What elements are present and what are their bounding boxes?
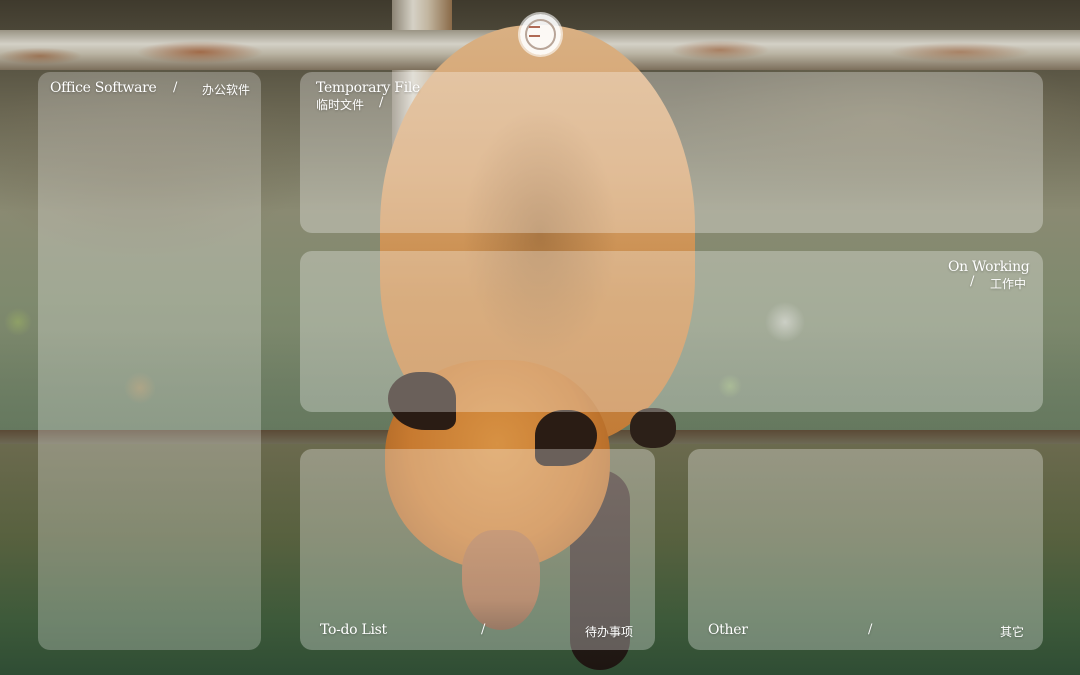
other-panel[interactable] [688, 449, 1043, 650]
office-software-label-cn: 办公软件 [202, 83, 251, 97]
temporary-file-separator: / [379, 95, 384, 110]
office-software-panel[interactable] [38, 72, 261, 650]
todo-list-panel[interactable] [300, 449, 655, 650]
on-working-separator: / [970, 274, 975, 289]
temporary-file-label-en: Temporary File [316, 80, 421, 96]
emblem-mark [529, 26, 540, 37]
other-separator: / [868, 622, 873, 637]
other-label-cn: 其它 [1000, 625, 1025, 639]
on-working-panel[interactable] [300, 251, 1043, 412]
todo-list-separator: / [481, 622, 486, 637]
temporary-file-panel[interactable] [300, 72, 1043, 233]
todo-list-label-en: To-do List [320, 622, 387, 638]
office-software-label-en: Office Software [50, 80, 157, 96]
emblem-logo [520, 14, 561, 55]
on-working-label-en: On Working [948, 259, 1030, 275]
todo-list-label-cn: 待办事项 [585, 625, 634, 639]
on-working-label-cn: 工作中 [990, 277, 1027, 291]
office-software-separator: / [173, 80, 178, 95]
fox-paw [630, 408, 676, 448]
temporary-file-label-cn: 临时文件 [316, 98, 365, 112]
other-label-en: Other [708, 622, 748, 638]
